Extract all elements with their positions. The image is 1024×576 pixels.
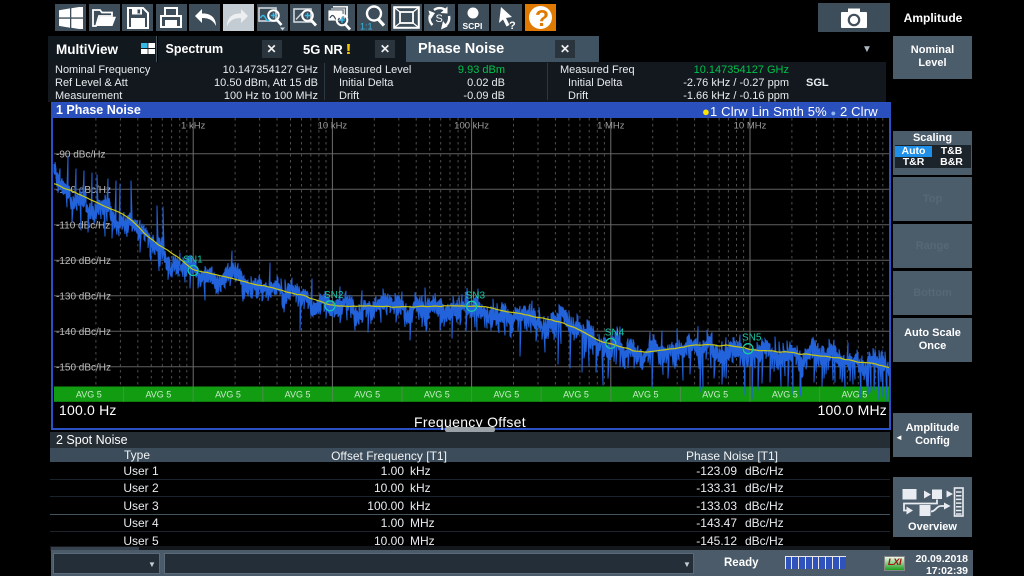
svg-text:10 MHz: 10 MHz (734, 120, 767, 131)
svg-text:?: ? (509, 20, 516, 30)
svg-text:AVG 5: AVG 5 (215, 389, 241, 399)
svg-text:AVG 5: AVG 5 (285, 389, 311, 399)
svg-text:AVG 5: AVG 5 (772, 389, 798, 399)
svg-text:AVG 5: AVG 5 (841, 389, 867, 399)
svg-text:AVG 5: AVG 5 (354, 389, 380, 399)
svg-text:AVG 5: AVG 5 (145, 389, 171, 399)
svg-text:SN2: SN2 (324, 289, 344, 300)
svg-text:?: ? (535, 5, 549, 31)
svg-text:SCPI: SCPI (463, 21, 483, 31)
svg-text:SN1: SN1 (183, 254, 203, 265)
svg-text:100 kHz: 100 kHz (454, 120, 489, 131)
svg-text:-140 dBc/Hz: -140 dBc/Hz (56, 326, 111, 337)
svg-text:AVG 5: AVG 5 (702, 389, 728, 399)
svg-text:SN3: SN3 (466, 290, 486, 301)
svg-text:10 kHz: 10 kHz (318, 120, 348, 131)
svg-text:AVG 5: AVG 5 (633, 389, 659, 399)
svg-text:S: S (436, 13, 443, 25)
svg-text:AVG 5: AVG 5 (76, 389, 102, 399)
svg-text:-150 dBc/Hz: -150 dBc/Hz (56, 362, 111, 373)
svg-text:1 kHz: 1 kHz (181, 120, 206, 131)
svg-text:SN5: SN5 (742, 332, 762, 343)
svg-text:1:1: 1:1 (360, 22, 373, 32)
svg-text:-90 dBc/Hz: -90 dBc/Hz (56, 149, 105, 160)
svg-text:AVG 5: AVG 5 (493, 389, 519, 399)
svg-text:SN4: SN4 (605, 327, 625, 338)
svg-text:AVG 5: AVG 5 (563, 389, 589, 399)
svg-text:1 MHz: 1 MHz (597, 120, 625, 131)
svg-text:-120 dBc/Hz: -120 dBc/Hz (56, 255, 111, 266)
svg-text:-130 dBc/Hz: -130 dBc/Hz (56, 291, 111, 302)
svg-text:AVG 5: AVG 5 (424, 389, 450, 399)
svg-text:-110 dBc/Hz: -110 dBc/Hz (56, 220, 110, 231)
